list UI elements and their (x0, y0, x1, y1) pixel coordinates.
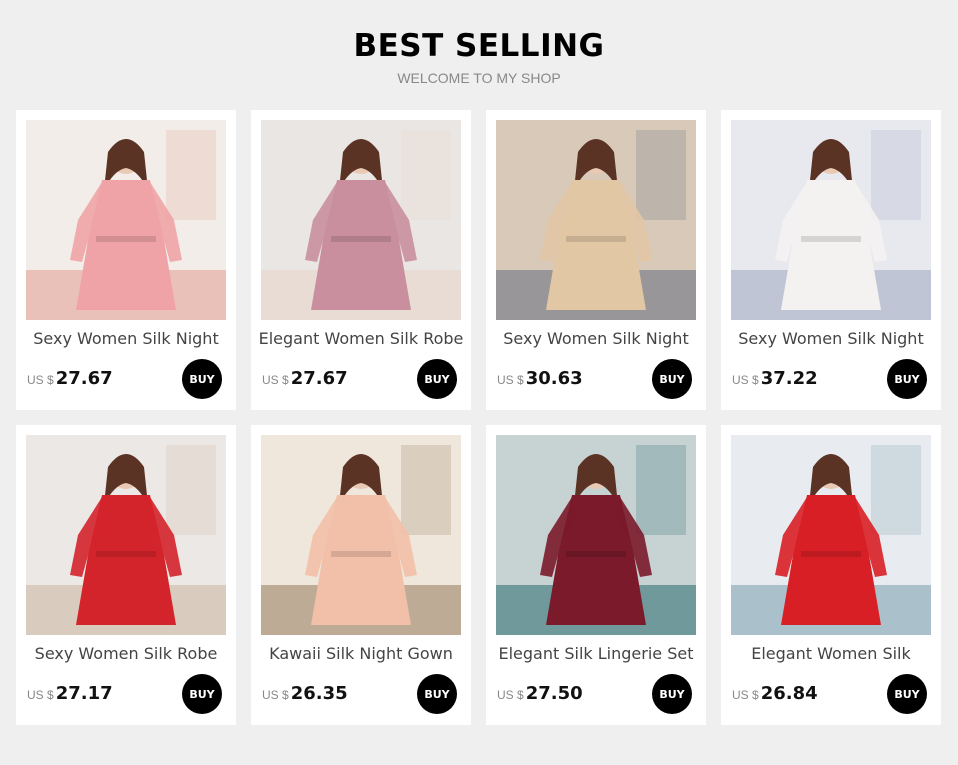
product-image[interactable] (496, 435, 696, 635)
product-card[interactable]: Kawaii Silk Night Gown US $ 26.35 BUY (251, 425, 471, 725)
product-name[interactable]: Elegant Women Silk Robe (251, 329, 471, 348)
price-row: US $ 27.17 (27, 683, 113, 704)
price-row: US $ 27.67 (262, 368, 348, 389)
currency-label: US $ (732, 688, 759, 702)
product-card[interactable]: Sexy Women Silk Night US $ 37.22 BUY (721, 110, 941, 410)
currency-label: US $ (497, 688, 524, 702)
price-row: US $ 37.22 (732, 368, 818, 389)
product-price: 30.63 (525, 368, 583, 389)
product-image[interactable] (731, 435, 931, 635)
product-image[interactable] (496, 120, 696, 320)
product-image[interactable] (261, 435, 461, 635)
buy-button[interactable]: BUY (182, 674, 222, 714)
buy-button[interactable]: BUY (182, 359, 222, 399)
buy-button[interactable]: BUY (887, 674, 927, 714)
buy-button[interactable]: BUY (417, 359, 457, 399)
product-price: 37.22 (760, 368, 818, 389)
product-price: 27.67 (55, 368, 113, 389)
page-title: BEST SELLING (353, 28, 605, 64)
product-name[interactable]: Sexy Women Silk Night (16, 329, 236, 348)
product-card[interactable]: Elegant Silk Lingerie Set US $ 27.50 BUY (486, 425, 706, 725)
product-price: 27.67 (290, 368, 348, 389)
buy-button[interactable]: BUY (417, 674, 457, 714)
product-price: 26.84 (760, 683, 818, 704)
best-selling-page: BEST SELLING WELCOME TO MY SHOP Sexy Wom… (0, 0, 958, 765)
currency-label: US $ (262, 373, 289, 387)
buy-button[interactable]: BUY (652, 674, 692, 714)
product-image[interactable] (261, 120, 461, 320)
product-image[interactable] (731, 120, 931, 320)
price-row: US $ 27.50 (497, 683, 583, 704)
currency-label: US $ (27, 373, 54, 387)
price-row: US $ 30.63 (497, 368, 583, 389)
currency-label: US $ (732, 373, 759, 387)
product-image[interactable] (26, 120, 226, 320)
currency-label: US $ (497, 373, 524, 387)
product-name[interactable]: Elegant Women Silk (721, 644, 941, 663)
price-row: US $ 27.67 (27, 368, 113, 389)
buy-button[interactable]: BUY (652, 359, 692, 399)
product-card[interactable]: Sexy Women Silk Night US $ 30.63 BUY (486, 110, 706, 410)
page-subtitle: WELCOME TO MY SHOP (397, 70, 561, 86)
product-card[interactable]: Elegant Women Silk US $ 26.84 BUY (721, 425, 941, 725)
price-row: US $ 26.84 (732, 683, 818, 704)
currency-label: US $ (262, 688, 289, 702)
currency-label: US $ (27, 688, 54, 702)
product-name[interactable]: Kawaii Silk Night Gown (251, 644, 471, 663)
product-card[interactable]: Sexy Women Silk Night US $ 27.67 BUY (16, 110, 236, 410)
product-name[interactable]: Elegant Silk Lingerie Set (486, 644, 706, 663)
product-grid: Sexy Women Silk Night US $ 27.67 BUY Ele… (16, 110, 946, 725)
price-row: US $ 26.35 (262, 683, 348, 704)
product-image[interactable] (26, 435, 226, 635)
product-name[interactable]: Sexy Women Silk Robe (16, 644, 236, 663)
product-name[interactable]: Sexy Women Silk Night (721, 329, 941, 348)
product-price: 27.17 (55, 683, 113, 704)
product-card[interactable]: Sexy Women Silk Robe US $ 27.17 BUY (16, 425, 236, 725)
product-price: 26.35 (290, 683, 348, 704)
buy-button[interactable]: BUY (887, 359, 927, 399)
product-price: 27.50 (525, 683, 583, 704)
product-card[interactable]: Elegant Women Silk Robe US $ 27.67 BUY (251, 110, 471, 410)
product-name[interactable]: Sexy Women Silk Night (486, 329, 706, 348)
